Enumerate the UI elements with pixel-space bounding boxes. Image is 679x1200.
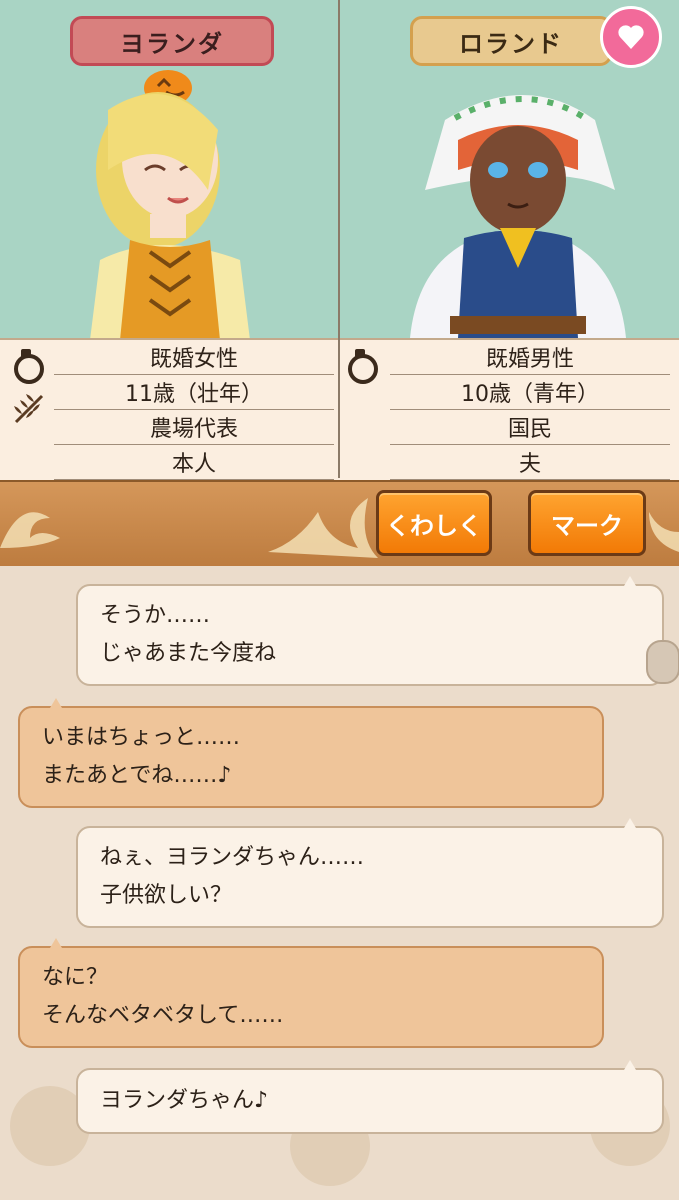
left-status: 既婚女性 <box>54 340 334 375</box>
detail-button[interactable]: くわしく <box>376 490 492 556</box>
left-occupation: 農場代表 <box>54 410 334 445</box>
message-bubble-left: いまはちょっと…… またあとでね……♪ <box>18 698 604 808</box>
message-line: そうか…… <box>100 603 211 628</box>
left-name-button[interactable]: ヨランダ <box>70 16 274 66</box>
heart-icon <box>618 25 644 49</box>
right-relation: 夫 <box>390 445 670 480</box>
message-line: またあとでね……♪ <box>42 763 232 788</box>
right-status: 既婚男性 <box>390 340 670 375</box>
right-profile: 既婚男性 10歳（青年） 国民 夫 <box>390 340 670 480</box>
right-occupation: 国民 <box>390 410 670 445</box>
message-bubble-right: ねぇ、ヨランダちゃん…… 子供欲しい？ <box>76 818 664 928</box>
heart-button[interactable] <box>600 6 662 68</box>
right-age: 10歳（青年） <box>390 375 670 410</box>
message-line: そんなベタベタして…… <box>42 1003 284 1028</box>
left-relation: 本人 <box>54 445 334 480</box>
wheat-icon <box>14 394 44 424</box>
message-line: なに？ <box>42 965 109 990</box>
bubble-tail <box>624 576 636 586</box>
ring-icon <box>14 349 44 384</box>
ornament-left <box>0 512 60 548</box>
message-bubble-right: そうか…… じゃあまた今度ね <box>76 576 664 686</box>
message-line: ヨランダちゃん♪ <box>100 1088 269 1113</box>
left-age: 11歳（壮年） <box>54 375 334 410</box>
right-name-button[interactable]: ロランド <box>410 16 612 66</box>
mark-button[interactable]: マーク <box>528 490 646 556</box>
left-profile: 既婚女性 11歳（壮年） 農場代表 本人 <box>54 340 334 480</box>
message-bubble-right: ヨランダちゃん♪ <box>76 1060 664 1134</box>
message-line: いまはちょっと…… <box>42 725 241 750</box>
ornament-center <box>268 498 378 558</box>
message-line: じゃあまた今度ね <box>100 641 277 666</box>
scroll-handle[interactable] <box>646 640 679 684</box>
message-line: 子供欲しい？ <box>100 883 233 908</box>
message-bubble-left: なに？ そんなベタベタして…… <box>18 938 604 1048</box>
bubble-tail <box>50 938 62 948</box>
ring-icon <box>348 349 378 384</box>
bubble-tail <box>624 818 636 828</box>
panel-divider <box>338 0 340 478</box>
bubble-tail <box>624 1060 636 1070</box>
message-line: ねぇ、ヨランダちゃん…… <box>100 845 365 870</box>
bubble-tail <box>50 698 62 708</box>
